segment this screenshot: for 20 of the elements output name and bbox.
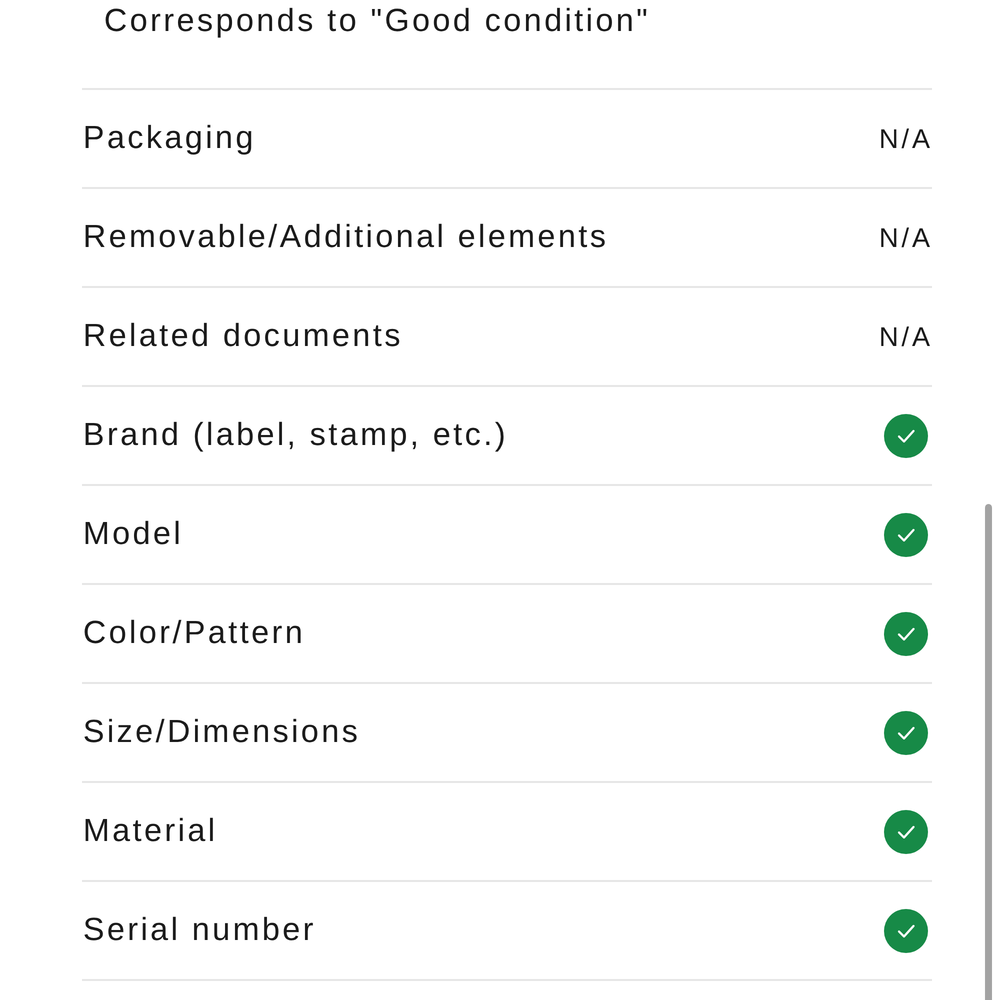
check-circle-icon [884,810,928,854]
attribute-label: Serial number [82,910,316,948]
attribute-value: N/A [878,222,933,254]
attribute-label: Material [82,810,218,850]
check-circle-icon [884,908,928,952]
attribute-value: N/A [878,122,933,156]
scrollbar-thumb[interactable] [985,504,992,1000]
attribute-label: Removable/Additional elements [82,216,608,256]
check-circle-icon [884,710,928,754]
attribute-label: Packaging [82,118,256,156]
attribute-value: N/A [878,320,933,354]
condition-note: Corresponds to "Good condition" [104,1,650,40]
attribute-label: Related documents [82,316,403,354]
attribute-label: Color/Pattern [82,612,306,652]
check-circle-icon [884,612,928,656]
check-circle-icon [884,414,928,458]
attribute-label: Model [82,514,184,552]
attribute-label: Size/Dimensions [82,712,360,750]
attribute-label: Brand (label, stamp, etc.) [82,414,508,454]
check-circle-icon [884,512,928,556]
